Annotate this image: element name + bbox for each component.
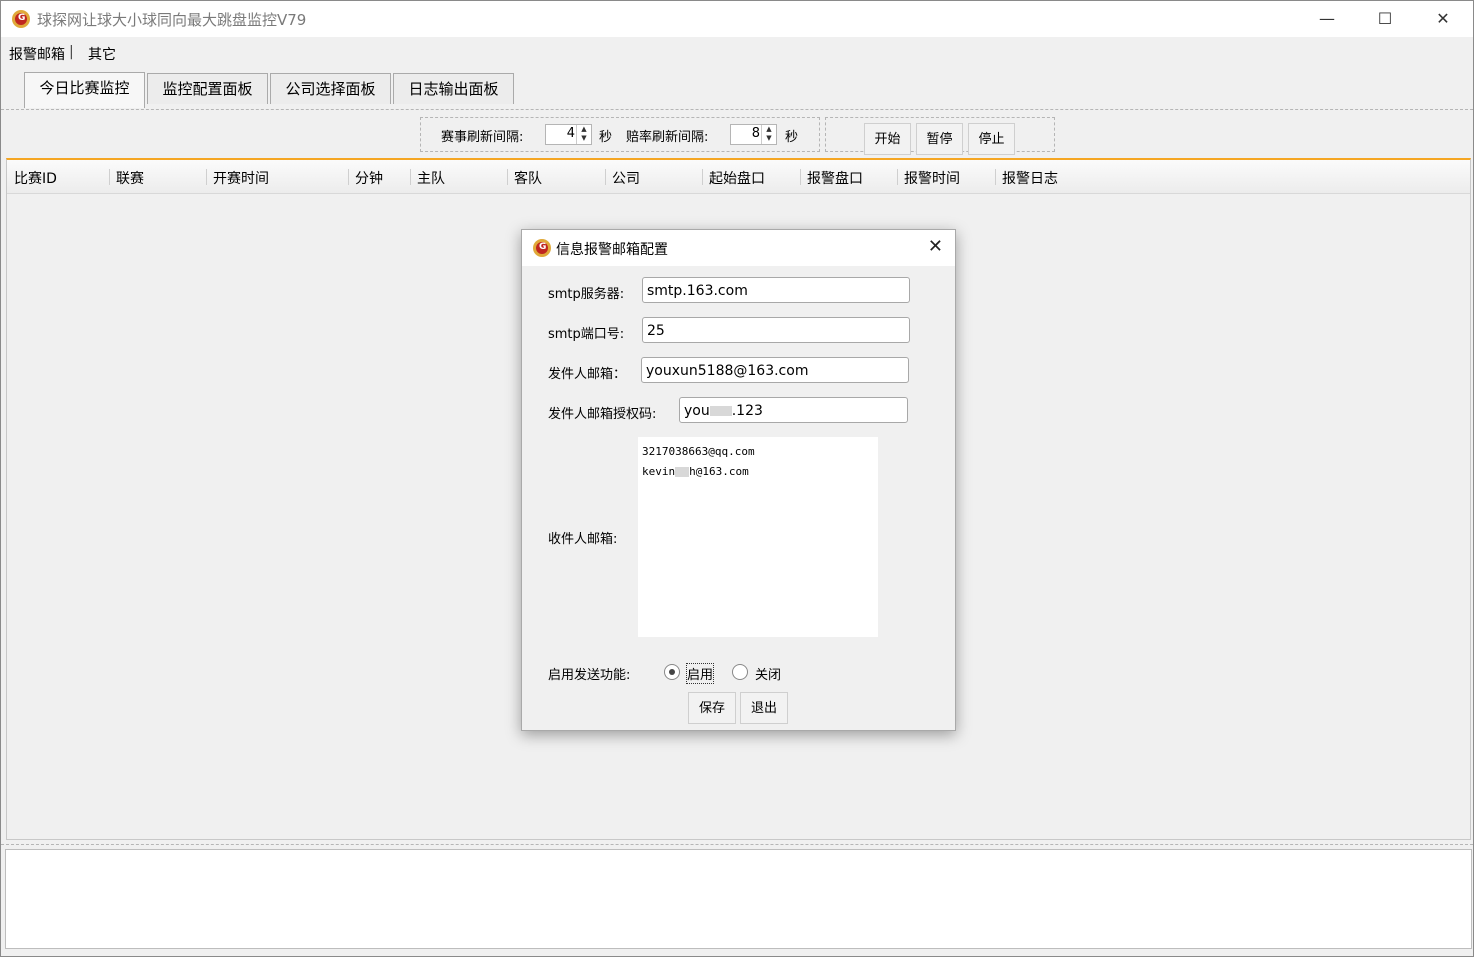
sender-email-label: 发件人邮箱：: [548, 367, 627, 382]
col-away-team[interactable]: 客队: [514, 168, 542, 188]
tab-today-matches[interactable]: 今日比赛监控: [24, 72, 145, 108]
refresh-settings-group: 赛事刷新间隔: 4 ▲ ▼ 秒 赔率刷新间隔: 8 ▲ ▼ 秒: [420, 117, 820, 152]
smtp-port-input[interactable]: 25: [642, 317, 910, 343]
col-start-time[interactable]: 开赛时间: [213, 168, 269, 188]
control-buttons-group: 开始 暂停 停止: [825, 117, 1055, 155]
start-button[interactable]: 开始: [864, 123, 911, 155]
menu-bar: 报警邮箱 | 其它: [1, 38, 1473, 68]
odds-refresh-unit: 秒: [785, 130, 799, 145]
exit-button[interactable]: 退出: [740, 692, 788, 724]
close-button[interactable]: ✕: [1414, 1, 1472, 37]
menu-other[interactable]: 其它: [88, 44, 116, 64]
maximize-button[interactable]: ☐: [1356, 1, 1414, 37]
col-minute[interactable]: 分钟: [355, 168, 383, 188]
col-company[interactable]: 公司: [612, 168, 640, 188]
main-window: G 球探网让球大小球同向最大跳盘监控V79 — ☐ ✕ 报警邮箱 | 其它 今日…: [0, 0, 1474, 957]
col-alarm-time[interactable]: 报警时间: [904, 168, 960, 188]
minimize-button[interactable]: —: [1298, 1, 1356, 37]
tab-strip: 今日比赛监控 监控配置面板 公司选择面板 日志输出面板: [1, 69, 1473, 110]
email-config-dialog: G 信息报警邮箱配置 ✕ smtp服务器: smtp.163.com smtp端…: [521, 229, 956, 731]
enable-off-radio[interactable]: [732, 664, 748, 680]
match-refresh-value: 4: [566, 126, 575, 141]
receiver-line: 3217038663@qq.com: [642, 445, 755, 458]
dialog-title-bar: G 信息报警邮箱配置 ✕: [522, 230, 955, 266]
tab-company-select[interactable]: 公司选择面板: [270, 73, 391, 104]
receiver-2-suffix: h@163.com: [689, 465, 749, 478]
match-refresh-spinner[interactable]: 4 ▲ ▼: [545, 124, 592, 145]
spinner-arrows-icon[interactable]: ▲ ▼: [761, 125, 776, 144]
menu-alarm-mailbox[interactable]: 报警邮箱: [9, 44, 65, 64]
tab-log-output[interactable]: 日志输出面板: [393, 73, 514, 104]
spinner-arrows-icon[interactable]: ▲ ▼: [576, 125, 591, 144]
enable-off-label[interactable]: 关闭: [755, 664, 781, 683]
pause-button[interactable]: 暂停: [916, 123, 963, 155]
auth-code-suffix: .123: [731, 403, 763, 419]
log-output-pane[interactable]: [5, 849, 1472, 949]
receivers-label: 收件人邮箱:: [548, 532, 618, 547]
save-button[interactable]: 保存: [688, 692, 736, 724]
app-logo-icon: G: [12, 10, 30, 28]
auth-code-label: 发件人邮箱授权码:: [548, 407, 657, 422]
sender-email-input[interactable]: youxun5188@163.com: [641, 357, 909, 383]
splitter[interactable]: [1, 844, 1473, 846]
enable-on-label[interactable]: 启用: [685, 663, 715, 684]
odds-refresh-label: 赔率刷新间隔:: [626, 130, 709, 145]
auth-code-input[interactable]: you .123: [679, 397, 908, 423]
match-refresh-label: 赛事刷新间隔:: [441, 130, 524, 145]
smtp-server-label: smtp服务器:: [548, 287, 625, 302]
auth-code-prefix: you: [684, 403, 710, 419]
app-logo-icon: G: [533, 239, 551, 257]
window-title: 球探网让球大小球同向最大跳盘监控V79: [37, 11, 307, 29]
smtp-port-label: smtp端口号:: [548, 327, 625, 342]
tab-monitor-config[interactable]: 监控配置面板: [147, 73, 268, 104]
col-alarm-line[interactable]: 报警盘口: [807, 168, 863, 188]
dialog-close-button[interactable]: ✕: [928, 236, 943, 257]
menu-separator: |: [69, 44, 74, 60]
col-league[interactable]: 联赛: [116, 168, 144, 188]
title-bar: G 球探网让球大小球同向最大跳盘监控V79 — ☐ ✕: [1, 1, 1473, 37]
match-refresh-unit: 秒: [599, 130, 613, 145]
smtp-server-input[interactable]: smtp.163.com: [642, 277, 910, 303]
receiver-line: kevin h@163.com: [642, 465, 749, 478]
odds-refresh-spinner[interactable]: 8 ▲ ▼: [730, 124, 777, 145]
grid-header: 比赛ID 联赛 开赛时间 分钟 主队 客队 公司 起始盘口 报警盘口 报警时间 …: [7, 160, 1470, 194]
col-initial-line[interactable]: 起始盘口: [709, 168, 765, 188]
stop-button[interactable]: 停止: [968, 123, 1015, 155]
redaction-blur: [675, 467, 690, 477]
dialog-title: 信息报警邮箱配置: [556, 242, 668, 258]
redaction-blur: [709, 406, 732, 416]
enable-on-radio[interactable]: [664, 664, 680, 680]
col-match-id[interactable]: 比赛ID: [14, 168, 57, 188]
enable-send-label: 启用发送功能:: [548, 668, 631, 683]
receivers-textarea[interactable]: 3217038663@qq.com kevin h@163.com: [638, 437, 878, 637]
col-alarm-log[interactable]: 报警日志: [1002, 168, 1058, 188]
receiver-2-prefix: kevin: [642, 465, 676, 478]
odds-refresh-value: 8: [751, 126, 760, 141]
col-home-team[interactable]: 主队: [417, 168, 445, 188]
